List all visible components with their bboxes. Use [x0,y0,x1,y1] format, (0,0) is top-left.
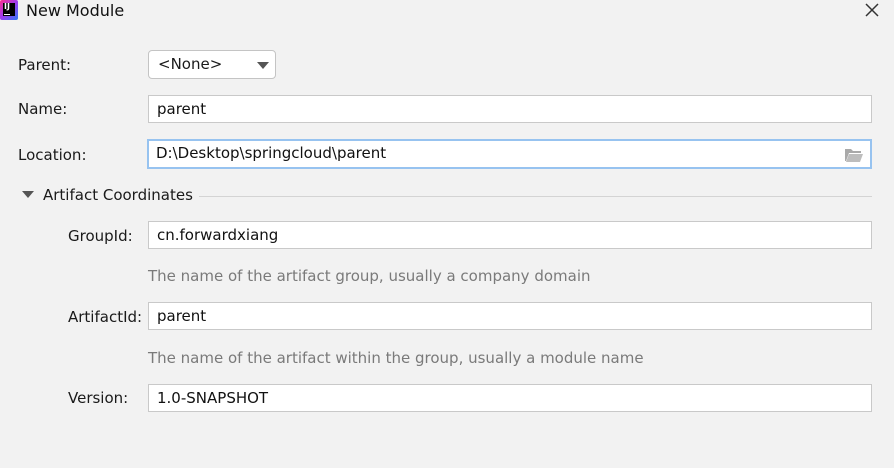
group-id-field-value: cn.forwardxiang [157,226,279,244]
artifact-id-field[interactable]: parent [148,302,872,330]
close-button[interactable] [860,0,884,22]
name-label: Name: [18,100,68,118]
location-label: Location: [18,146,87,164]
parent-label: Parent: [18,56,72,74]
group-id-field[interactable]: cn.forwardxiang [148,221,872,249]
artifact-id-hint: The name of the artifact within the grou… [148,349,644,367]
group-id-label: GroupId: [68,227,133,245]
chevron-down-icon[interactable] [22,191,34,198]
title-bar: New Module [0,0,894,24]
close-icon [865,3,879,17]
section-divider [199,196,872,197]
location-field[interactable]: D:\Desktop\springcloud\parent [147,139,872,169]
folder-icon [845,149,863,162]
location-field-value: D:\Desktop\springcloud\parent [156,144,387,162]
name-field-value: parent [157,100,207,118]
window-title: New Module [26,1,125,20]
chevron-down-icon [257,62,269,69]
version-field-value: 1.0-SNAPSHOT [157,389,269,407]
browse-folder-button[interactable] [844,147,864,163]
artifact-coordinates-toggle[interactable]: Artifact Coordinates [43,186,193,204]
version-field[interactable]: 1.0-SNAPSHOT [148,384,872,412]
parent-dropdown-value: <None> [158,55,223,73]
group-id-hint: The name of the artifact group, usually … [148,267,591,285]
parent-dropdown[interactable]: <None> [148,50,276,79]
name-field[interactable]: parent [148,95,872,123]
version-label: Version: [68,389,129,407]
artifact-id-label: ArtifactId: [68,308,143,326]
artifact-id-field-value: parent [157,307,207,325]
intellij-idea-icon [0,0,18,20]
